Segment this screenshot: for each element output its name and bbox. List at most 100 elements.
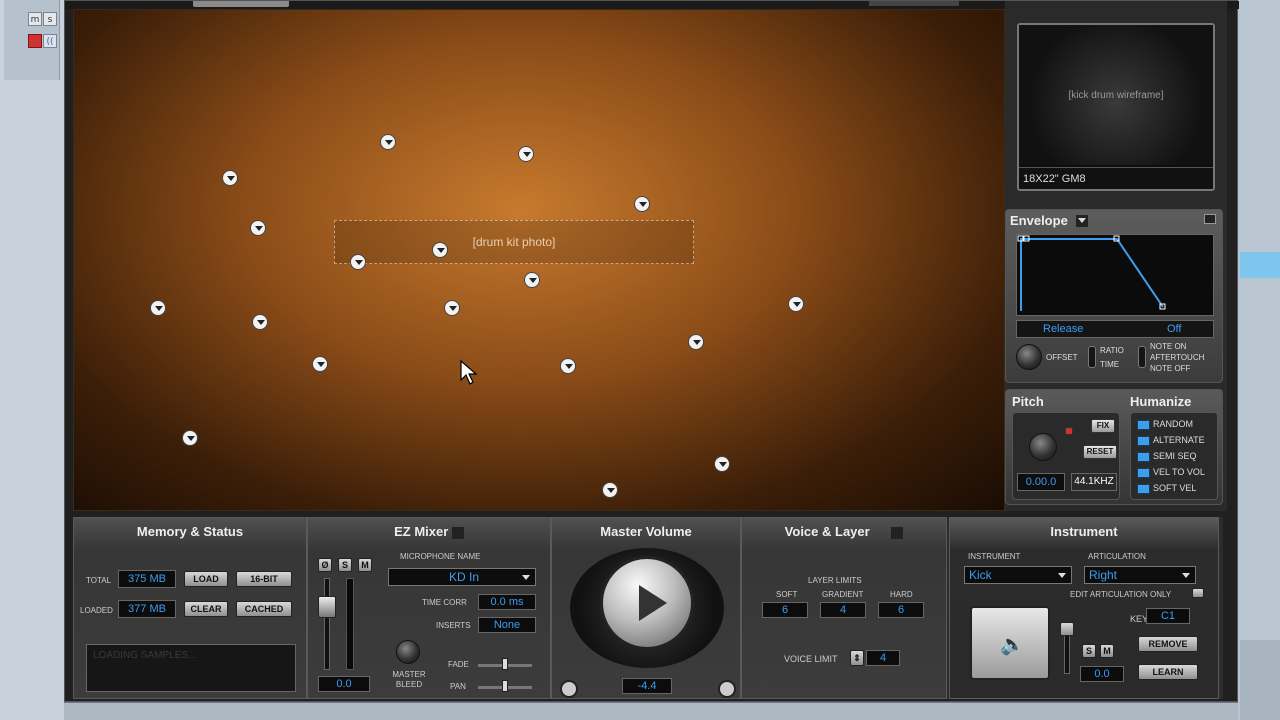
kick-arrow-icon[interactable] [444, 300, 460, 316]
splash-arrow-icon[interactable] [788, 296, 804, 312]
soft-value[interactable]: 6 [762, 602, 808, 618]
time-corr-value[interactable]: 0.0 ms [478, 594, 536, 610]
humanize-vel-to-vol[interactable]: VEL TO VOL [1137, 465, 1205, 479]
instrument-mute-button[interactable]: M [1100, 644, 1114, 658]
envelope-dropdown-icon[interactable] [1076, 214, 1089, 227]
bottom-panel-bar: Memory & Status TOTAL 375 MB LOAD 16-BIT… [73, 517, 1223, 699]
humanize-random[interactable]: RANDOM [1137, 417, 1193, 431]
envelope-minimize-button[interactable] [1204, 214, 1216, 224]
ride-right-arrow-icon[interactable] [688, 334, 704, 350]
tom2-arrow-icon[interactable] [432, 242, 448, 258]
hard-value[interactable]: 6 [878, 602, 924, 618]
plugin-top-control[interactable] [869, 1, 959, 6]
cached-button[interactable]: CACHED [236, 601, 292, 617]
host-right-panel [1238, 0, 1280, 720]
remove-button[interactable]: REMOVE [1138, 636, 1198, 652]
velocity-slider-handle[interactable] [1060, 622, 1074, 636]
voice-limit-stepper[interactable]: ⇕ [850, 650, 864, 666]
gradient-label: GRADIENT [822, 590, 864, 599]
ez-mixer-title: EZ Mixer [308, 524, 550, 539]
play-button-icon[interactable] [600, 556, 694, 650]
envelope-mode-label: Release [1043, 323, 1084, 335]
key-value[interactable]: C1 [1146, 608, 1190, 624]
hihat-arrow-icon[interactable] [252, 314, 268, 330]
pitch-reset-button[interactable]: RESET [1083, 445, 1117, 459]
crash-center-arrow-icon[interactable] [518, 146, 534, 162]
host-mute-button[interactable]: m [28, 12, 42, 26]
master-volume-value[interactable]: -4.4 [622, 678, 672, 694]
instrument-solo-button[interactable]: S [1082, 644, 1096, 658]
microphone-name-label: MICROPHONE NAME [400, 552, 481, 561]
host-selected-row[interactable] [1240, 252, 1280, 278]
mixer-solo-button[interactable]: S [338, 558, 352, 572]
voice-layer-panel: Voice & Layer LAYER LIMITS SOFT 6 GRADIE… [741, 517, 947, 699]
gradient-value[interactable]: 4 [820, 602, 866, 618]
humanize-semi-seq[interactable]: SEMI SEQ [1137, 449, 1197, 463]
crash-left-arrow-icon[interactable] [222, 170, 238, 186]
learn-button[interactable]: LEARN [1138, 664, 1198, 680]
mixer-dropdown-icon[interactable] [451, 526, 464, 539]
mixer-mute-button[interactable]: M [358, 558, 372, 572]
sample-rate-display: 44.1KHZ [1071, 473, 1117, 491]
pitch-fix-button[interactable]: FIX [1091, 419, 1115, 433]
load-button[interactable]: LOAD [184, 571, 228, 587]
cymbal-low-arrow-icon[interactable] [182, 430, 198, 446]
loaded-memory-value: 377 MB [118, 600, 176, 618]
envelope-offset-knob[interactable] [1016, 344, 1042, 370]
fade-slider-handle[interactable] [502, 658, 508, 670]
pan-label: PAN [450, 682, 466, 691]
aftertouch-label: AFTERTOUCH [1150, 353, 1205, 362]
instrument-title: Instrument [1050, 524, 1118, 539]
pitch-knob[interactable] [1029, 433, 1057, 461]
instrument-select[interactable]: Kick [964, 566, 1072, 584]
note-trigger-toggle[interactable] [1138, 346, 1146, 368]
fader-value-display[interactable]: 0.0 [318, 676, 370, 692]
channel-fader-handle[interactable] [318, 596, 336, 618]
cymbal-low-right-arrow-icon[interactable] [714, 456, 730, 472]
master-bleed-knob[interactable] [396, 640, 420, 664]
humanize-alternate[interactable]: ALTERNATE [1137, 433, 1205, 447]
volume-up-button[interactable] [718, 680, 736, 698]
pan-slider-handle[interactable] [502, 680, 508, 692]
instrument-velocity-value[interactable]: 0.0 [1080, 666, 1124, 682]
phase-button[interactable]: Ø [318, 558, 332, 572]
articulation-select[interactable]: Right [1084, 566, 1196, 584]
microphone-select[interactable]: KD In [388, 568, 536, 586]
pitch-value-display[interactable]: 0.00.0 [1017, 473, 1065, 491]
tom1-arrow-icon[interactable] [350, 254, 366, 270]
snare-arrow-icon[interactable] [312, 356, 328, 372]
clear-button[interactable]: CLEAR [184, 601, 228, 617]
soft-label: SOFT [776, 590, 798, 599]
audition-pad[interactable]: 🔈 [970, 606, 1050, 680]
host-solo-button[interactable]: s [43, 12, 57, 26]
instrument-panel: Instrument INSTRUMENT Kick ARTICULATION … [949, 517, 1219, 699]
humanize-soft-vel[interactable]: SOFT VEL [1137, 481, 1196, 495]
crash-mid-arrow-icon[interactable] [380, 134, 396, 150]
voice-limit-value[interactable]: 4 [866, 650, 900, 666]
china-arrow-icon[interactable] [150, 300, 166, 316]
master-volume-dial[interactable] [570, 548, 724, 668]
envelope-header: Envelope [1010, 212, 1089, 230]
envelope-graph[interactable] [1016, 234, 1214, 316]
plugin-tab[interactable] [193, 1, 289, 7]
ride-left-arrow-icon[interactable] [250, 220, 266, 236]
drum-kit-stage[interactable]: [drum kit photo] [73, 9, 1005, 511]
volume-down-button[interactable] [560, 680, 578, 698]
voice-dropdown-icon[interactable] [891, 526, 904, 539]
edit-articulation-only-checkbox[interactable] [1192, 588, 1204, 598]
floor-tom-arrow-icon[interactable] [560, 358, 576, 374]
envelope-panel: Envelope Release Off OFFSET RATIO TIME N… [1005, 209, 1223, 383]
crash-right-arrow-icon[interactable] [634, 196, 650, 212]
tom3-arrow-icon[interactable] [524, 272, 540, 288]
inserts-value[interactable]: None [478, 617, 536, 633]
host-bottom-bar [64, 702, 1238, 720]
envelope-mode-bar[interactable]: Release Off [1016, 320, 1214, 338]
host-record-button[interactable] [28, 34, 42, 48]
ratio-time-toggle[interactable] [1088, 346, 1096, 368]
16-bit-button[interactable]: 16-BIT [236, 571, 292, 587]
total-memory-value: 375 MB [118, 570, 176, 588]
host-monitor-button[interactable]: (( [43, 34, 57, 48]
hard-label: HARD [890, 590, 913, 599]
floor-tom2-arrow-icon[interactable] [602, 482, 618, 498]
channel-fader-track[interactable] [324, 578, 330, 670]
